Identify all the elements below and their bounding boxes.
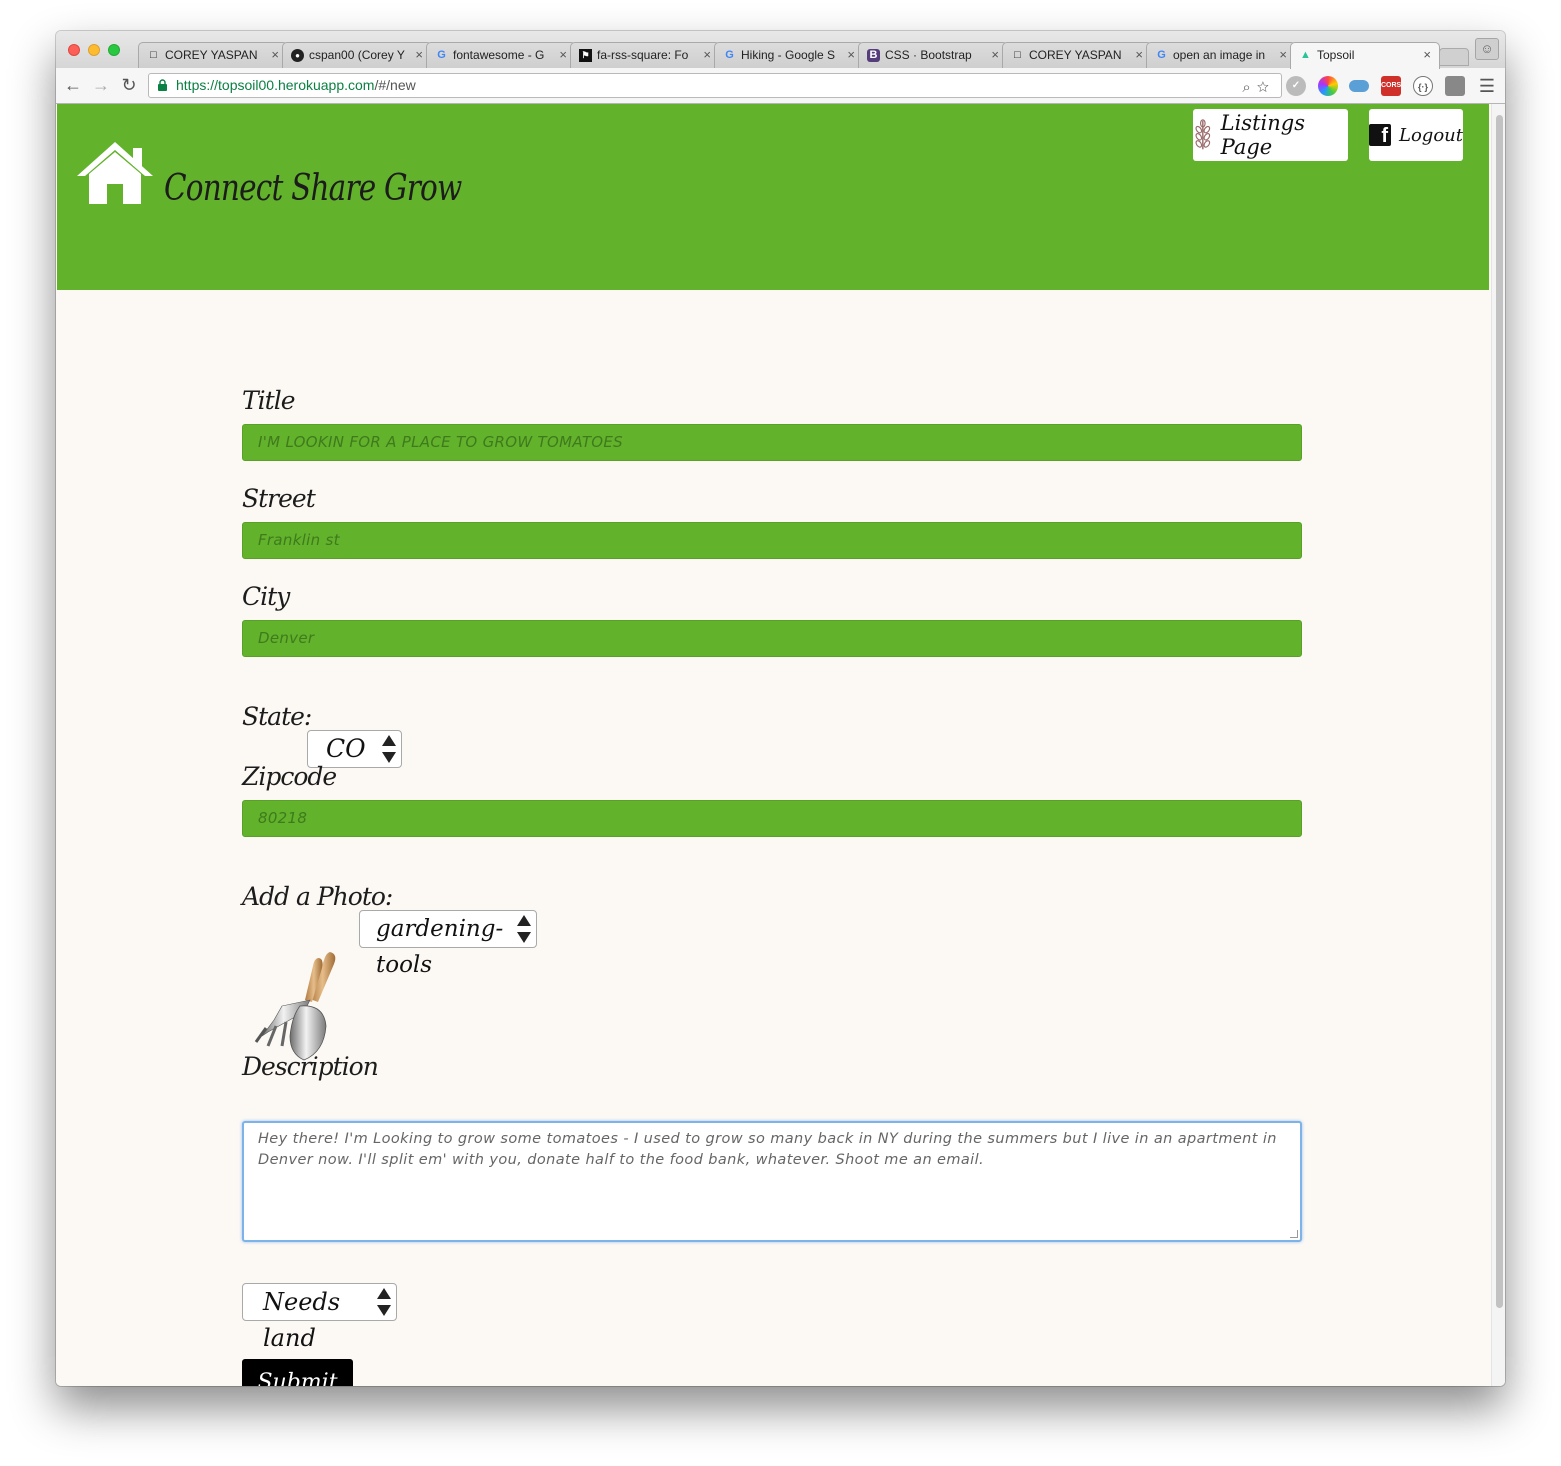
close-icon[interactable]: × — [415, 43, 423, 67]
google-icon: G — [437, 49, 446, 61]
select-arrows-icon — [382, 735, 396, 763]
title-label: Title — [242, 386, 296, 415]
url-host: topsoil00.herokuapp.com — [218, 77, 375, 93]
extension-gear-icon[interactable] — [1445, 76, 1465, 96]
color-picker-icon[interactable] — [1318, 76, 1338, 96]
close-window-button[interactable] — [68, 44, 80, 56]
home-icon[interactable] — [75, 140, 155, 206]
tab-label: COREY YASPAN — [165, 48, 258, 62]
select-arrows-icon — [377, 1288, 391, 1316]
resize-handle-icon[interactable] — [1290, 1230, 1298, 1238]
tab-label: fa-rss-square: Fo — [597, 48, 689, 62]
facebook-icon: f — [1369, 124, 1391, 147]
forward-arrow-icon[interactable]: → — [90, 74, 112, 96]
photo-select[interactable]: gardening-tools — [359, 910, 537, 978]
close-icon[interactable]: × — [1423, 43, 1431, 67]
page-icon: □ — [150, 49, 157, 61]
flag-icon: ⚑ — [579, 49, 592, 62]
page-scrollbar[interactable] — [1491, 104, 1505, 1386]
need-select[interactable]: Needs land — [242, 1283, 397, 1352]
photo-value: gardening-tools — [376, 916, 504, 978]
gardening-tools-image — [254, 952, 336, 1061]
title-input[interactable]: I'M LOOKIN FOR A PLACE TO GROW TOMATOES — [242, 424, 1302, 461]
state-value: CO — [326, 734, 366, 763]
cloud-icon[interactable] — [1349, 80, 1369, 92]
github-icon: ● — [291, 49, 304, 62]
topsoil-icon: ▲ — [1300, 49, 1311, 61]
brand-tagline: Connect Share Grow — [164, 168, 462, 209]
browser-toolbar: ← → ↻ https://topsoil00.herokuapp.com/#/… — [56, 68, 1505, 104]
street-label: Street — [242, 484, 316, 513]
back-arrow-icon[interactable]: ← — [62, 74, 84, 96]
tab-label: Topsoil — [1317, 48, 1355, 62]
description-text: Hey there! I'm Looking to grow some toma… — [258, 1131, 1277, 1168]
listings-page-button[interactable]: Listings Page — [1193, 109, 1348, 161]
close-icon[interactable]: × — [1135, 43, 1143, 67]
zipcode-input[interactable]: 80218 — [242, 800, 1302, 837]
need-value: Needs land — [263, 1288, 341, 1352]
extension-icon[interactable]: ✓ — [1286, 76, 1306, 96]
tab-fa-rss-square[interactable]: ⚑ fa-rss-square: Fo × — [570, 42, 720, 68]
page-content: Connect Share Grow Listings Page f Logou… — [56, 104, 1491, 1386]
minimize-window-button[interactable] — [88, 44, 100, 56]
new-tab-button[interactable] — [1439, 48, 1469, 66]
submit-button[interactable]: Submit — [242, 1359, 353, 1386]
select-arrows-icon — [517, 915, 531, 943]
add-photo-label: Add a Photo: — [242, 882, 393, 911]
tab-bootstrap[interactable]: B CSS · Bootstrap × — [858, 42, 1008, 68]
profile-icon[interactable]: ☺ — [1475, 38, 1499, 60]
cors-icon[interactable]: CORS — [1381, 76, 1401, 96]
scrollbar-thumb[interactable] — [1496, 115, 1503, 1308]
site-header: Connect Share Grow Listings Page f Logou… — [57, 104, 1489, 290]
menu-icon[interactable]: ☰ — [1476, 75, 1498, 97]
close-icon[interactable]: × — [991, 43, 999, 67]
tab-github[interactable]: ● cspan00 (Corey Y × — [282, 42, 432, 68]
json-icon[interactable]: {·} — [1413, 76, 1433, 96]
tab-label: Hiking - Google S — [741, 48, 836, 62]
tab-label: open an image in — [1173, 48, 1266, 62]
close-icon[interactable]: × — [703, 43, 711, 67]
close-icon[interactable]: × — [559, 43, 567, 67]
tab-topsoil[interactable]: ▲ Topsoil × — [1290, 42, 1440, 69]
logout-button[interactable]: f Logout — [1369, 109, 1463, 161]
maximize-window-button[interactable] — [108, 44, 120, 56]
logout-label: Logout — [1399, 124, 1463, 146]
city-label: City — [242, 582, 290, 611]
tab-label: fontawesome - G — [453, 48, 545, 62]
description-textarea[interactable]: Hey there! I'm Looking to grow some toma… — [242, 1121, 1302, 1242]
street-input[interactable]: Franklin st — [242, 522, 1302, 559]
wheat-icon — [1195, 119, 1211, 150]
tab-label: cspan00 (Corey Y — [309, 48, 405, 62]
city-input[interactable]: Denver — [242, 620, 1302, 657]
google-icon: G — [1157, 49, 1166, 61]
close-icon[interactable]: × — [1279, 43, 1287, 67]
close-icon[interactable]: × — [847, 43, 855, 67]
lock-icon — [158, 79, 167, 91]
zipcode-label: Zipcode — [242, 762, 337, 791]
state-label: State: — [242, 702, 312, 731]
tab-strip: □ COREY YASPAN × ● cspan00 (Corey Y × G … — [56, 31, 1505, 69]
url-scheme: https:// — [176, 77, 219, 93]
tab-corey-yaspan-2[interactable]: □ COREY YASPAN × — [1002, 42, 1152, 68]
address-bar[interactable]: https://topsoil00.herokuapp.com/#/new ⌕☆ — [148, 73, 1282, 98]
reload-icon[interactable]: ↻ — [118, 74, 140, 96]
url-path: /#/new — [374, 77, 416, 93]
tab-label: COREY YASPAN — [1029, 48, 1122, 62]
google-icon: G — [725, 49, 734, 61]
tab-open-image[interactable]: G open an image in × — [1146, 42, 1296, 68]
zoom-and-bookmark-icons[interactable]: ⌕☆ — [1242, 76, 1275, 99]
page-icon: □ — [1014, 49, 1021, 61]
listings-page-label: Listings Page — [1220, 111, 1305, 159]
browser-window: □ COREY YASPAN × ● cspan00 (Corey Y × G … — [56, 31, 1505, 1386]
bootstrap-icon: B — [867, 49, 880, 62]
tab-label: CSS · Bootstrap — [885, 48, 972, 62]
close-icon[interactable]: × — [271, 43, 279, 67]
description-label: Description — [242, 1052, 379, 1081]
tab-corey-yaspan-1[interactable]: □ COREY YASPAN × — [138, 42, 288, 68]
tab-hiking[interactable]: G Hiking - Google S × — [714, 42, 864, 68]
tab-fontawesome[interactable]: G fontawesome - G × — [426, 42, 576, 68]
